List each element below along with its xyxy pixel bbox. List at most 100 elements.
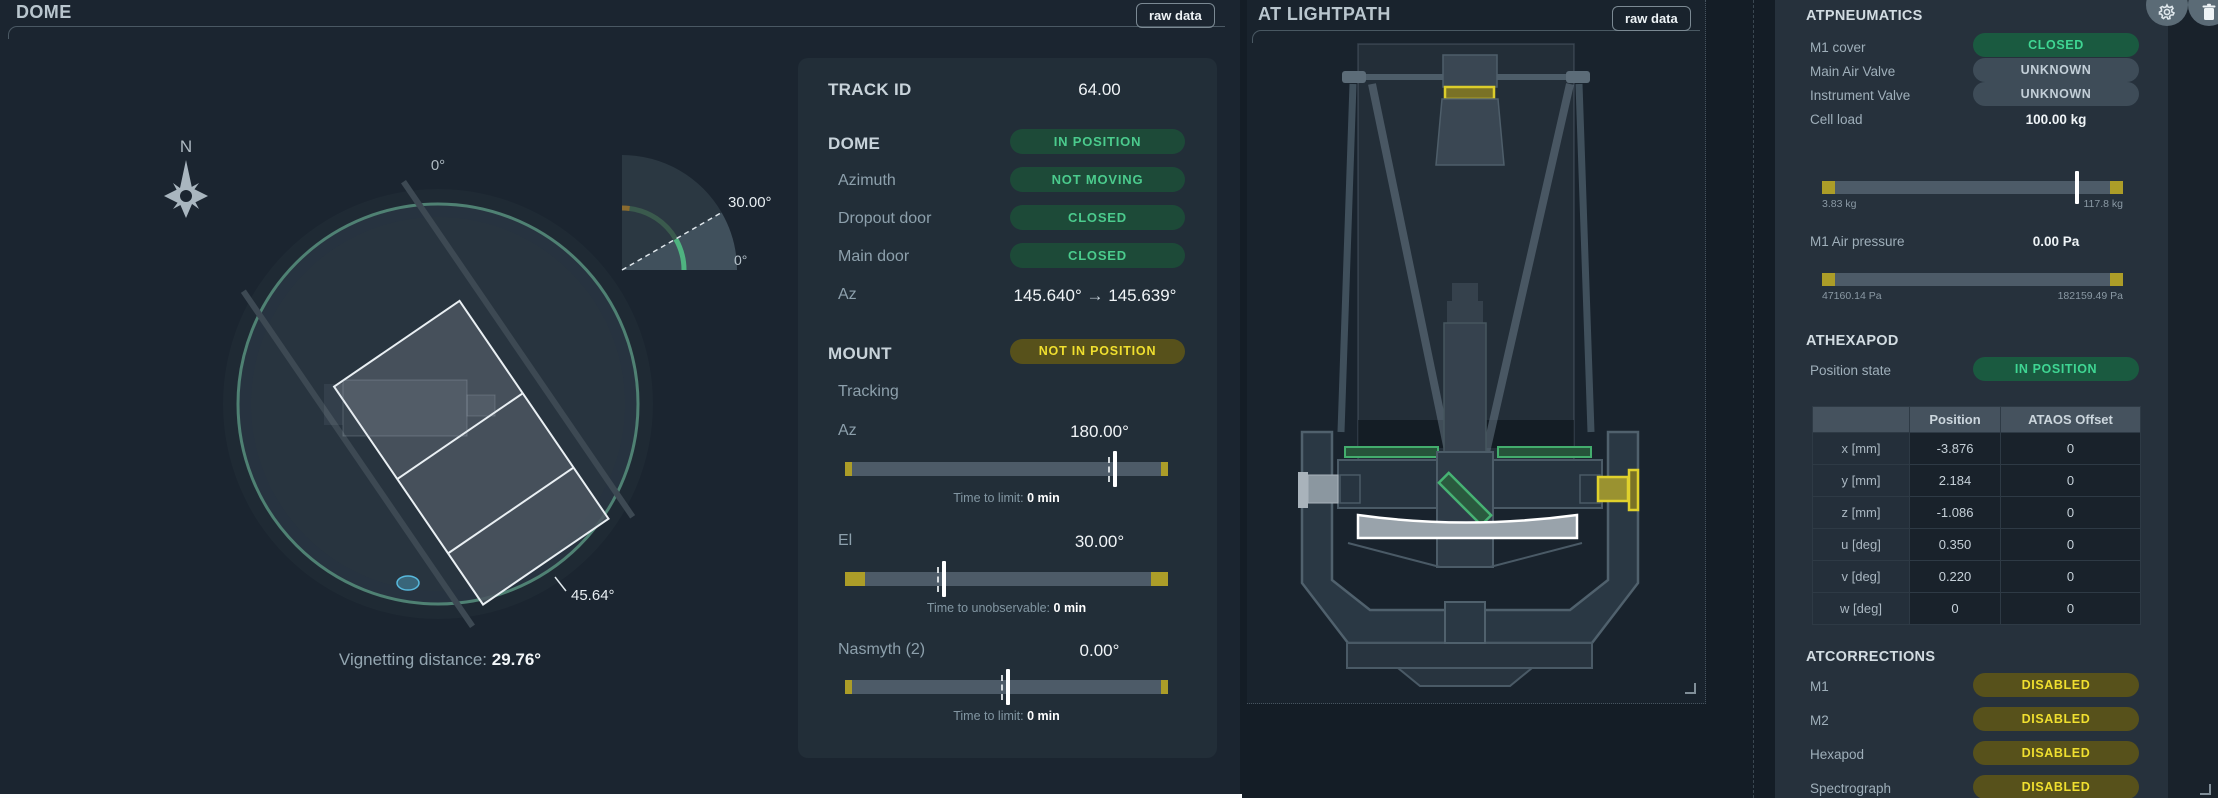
mount-el-label: El — [838, 532, 852, 550]
vignetting-value: 29.76° — [492, 650, 541, 669]
table-row: z [mm] -1.086 0 — [1813, 497, 2141, 529]
azimuth-row-label: Azimuth — [838, 172, 896, 190]
correction-m2-badge: DISABLED — [1973, 707, 2139, 731]
hexapod-row-u-offset: 0 — [2001, 529, 2141, 561]
telescope-dashboard: DOME raw data 0° — [0, 0, 2218, 798]
side-column-right — [1579, 84, 1591, 432]
elevation-gauge: 30.00° 0° — [622, 155, 772, 270]
m1-cover-petal-right — [1498, 447, 1591, 457]
spider-nub-right — [1566, 71, 1590, 83]
air-pressure-cap-left — [1822, 273, 1835, 286]
hexapod-row-w-label: w [deg] — [1813, 593, 1910, 625]
cell-bottom-right-line — [1490, 543, 1582, 567]
mount-az-slider[interactable] — [845, 462, 1168, 476]
azimuth-status-badge: NOT MOVING — [1010, 167, 1185, 192]
panel-divider[interactable] — [1753, 0, 1754, 798]
hexapod-col-offset: ATAOS Offset — [2001, 407, 2141, 433]
el-time-to-unobservable: Time to unobservable: 0 min — [845, 601, 1168, 615]
main-door-row-label: Main door — [838, 248, 909, 266]
port-cap-left — [1298, 472, 1308, 508]
hexapod-row-u-position: 0.350 — [1910, 529, 2001, 561]
lightpath-panel: AT LIGHTPATH raw data — [1247, 0, 1706, 704]
cell-load-cap-left — [1822, 181, 1835, 194]
hexapod-row-x-label: x [mm] — [1813, 433, 1910, 465]
az-position-marker[interactable] — [1113, 451, 1117, 487]
table-row: w [deg] 0 0 — [1813, 593, 2141, 625]
hexapod-col-position: Position — [1910, 407, 2001, 433]
table-row: v [deg] 0.220 0 — [1813, 561, 2141, 593]
correction-m2-label: M2 — [1810, 713, 1829, 728]
right-gutter — [2168, 0, 2218, 798]
compass-rose-icon: N — [164, 137, 208, 218]
nasmyth-port-left — [1308, 475, 1338, 503]
position-state-label: Position state — [1810, 363, 1891, 378]
mount-az-label: Az — [838, 422, 857, 440]
lightpath-resize-handle[interactable] — [1685, 683, 1696, 694]
main-door-status-badge: CLOSED — [1010, 243, 1185, 268]
cell-load-max: 117.8 kg — [1822, 198, 2123, 210]
dropout-door-row-label: Dropout door — [838, 210, 931, 228]
air-pressure-slider[interactable] — [1822, 273, 2123, 286]
hexapod-row-v-offset: 0 — [2001, 561, 2141, 593]
correction-hexapod-label: Hexapod — [1810, 747, 1864, 762]
vignetting-label: Vignetting distance: — [339, 650, 487, 669]
az-limit-cap-left — [845, 462, 852, 476]
mount-section-label: MOUNT — [828, 344, 892, 364]
m1-air-pressure-label: M1 Air pressure — [1810, 234, 1905, 249]
nasmyth-limit-cap-right — [1161, 680, 1168, 694]
trash-icon — [2200, 2, 2218, 22]
el-position-marker[interactable] — [942, 561, 946, 597]
right-status-panel: ATPNEUMATICS M1 cover CLOSED Main Air Va… — [1775, 0, 2168, 798]
m2-mirror-highlighted — [1445, 87, 1494, 99]
athexapod-title: ATHEXAPOD — [1806, 333, 1899, 349]
lightpath-panel-title: AT LIGHTPATH — [1258, 4, 1391, 25]
dome-azimuth-visualization: 0° 45.64° N 30.00° 0° — [150, 128, 810, 703]
mount-status-badge: NOT IN POSITION — [1010, 339, 1185, 364]
dome-az-to: 145.639° — [1108, 286, 1176, 305]
elevation-gauge-limit-arc — [622, 208, 630, 209]
dome-status-badge: IN POSITION — [1010, 129, 1185, 154]
nasmyth-limit-cap-left — [845, 680, 852, 694]
central-baffle-top — [1452, 283, 1478, 301]
cell-load-slider[interactable] — [1822, 181, 2123, 194]
hexapod-row-z-position: -1.086 — [1910, 497, 2001, 529]
dropout-door-status-badge: CLOSED — [1010, 205, 1185, 230]
right-panel-resize-handle[interactable] — [2200, 784, 2211, 795]
track-id-label: TRACK ID — [828, 80, 912, 100]
dome-north-label: 0° — [431, 157, 445, 174]
lightpath-raw-data-button[interactable]: raw data — [1612, 6, 1691, 31]
nasmyth-demand-dash — [1001, 675, 1003, 700]
m1-cover-status-badge: CLOSED — [1973, 33, 2139, 57]
atpneumatics-title: ATPNEUMATICS — [1806, 8, 1923, 24]
az-time-to-limit: Time to limit: 0 min — [845, 491, 1168, 505]
mount-el-slider[interactable] — [845, 572, 1168, 586]
hexapod-row-z-label: z [mm] — [1813, 497, 1910, 529]
nasmyth-port-right-highlighted — [1598, 477, 1628, 501]
hexapod-table: Position ATAOS Offset x [mm] -3.876 0 y … — [1812, 406, 2141, 625]
central-baffle-mid — [1447, 301, 1483, 323]
mount-el-value: 30.00° — [1007, 532, 1192, 552]
nasmyth-slider[interactable] — [845, 680, 1168, 694]
dome-header-rule — [8, 26, 1225, 39]
m1-air-pressure-value: 0.00 Pa — [1973, 234, 2139, 249]
hexapod-row-w-position: 0 — [1910, 593, 2001, 625]
air-pressure-cap-right — [2110, 273, 2123, 286]
telescope-summary-card: TRACK ID 64.00 DOME IN POSITION Azimuth … — [798, 58, 1217, 758]
table-row: x [mm] -3.876 0 — [1813, 433, 2141, 465]
correction-m1-label: M1 — [1810, 679, 1829, 694]
hexapod-row-w-offset: 0 — [2001, 593, 2141, 625]
window-bottom-edge — [0, 794, 1242, 798]
mount-az-value: 180.00° — [1007, 422, 1192, 442]
dome-az-row-label: Az — [838, 286, 857, 304]
az-limit-cap-right — [1161, 462, 1168, 476]
instrument-valve-label: Instrument Valve — [1810, 88, 1910, 103]
vignetting-distance: Vignetting distance: 29.76° — [255, 650, 625, 670]
hexapod-row-y-label: y [mm] — [1813, 465, 1910, 497]
dome-az-transition: 145.640° → 145.639° — [995, 286, 1195, 306]
correction-m1-badge: DISABLED — [1973, 673, 2139, 697]
dome-panel: DOME raw data 0° — [0, 0, 1240, 798]
mount-pedestal — [1398, 668, 1532, 686]
dome-raw-data-button[interactable]: raw data — [1136, 3, 1215, 28]
cell-load-value: 100.00 kg — [1973, 112, 2139, 127]
nasmyth-position-marker[interactable] — [1006, 669, 1010, 705]
